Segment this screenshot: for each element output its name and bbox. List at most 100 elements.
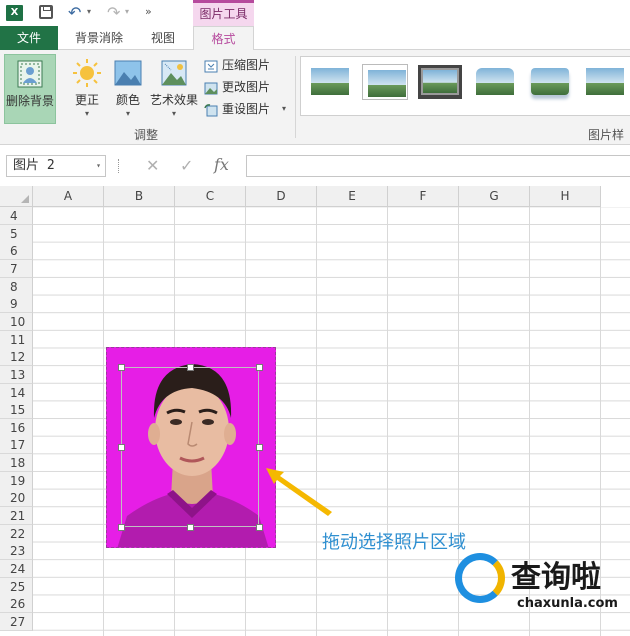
row-header[interactable]: 21 (0, 507, 33, 526)
reset-picture-icon (204, 102, 218, 117)
picture-styles-gallery (300, 56, 630, 116)
column-header[interactable]: F (388, 186, 459, 207)
quick-access-toolbar: X ↶ ▾ ↷ ▾ » (0, 0, 630, 26)
picture-style-thumbnail[interactable] (418, 65, 462, 99)
row-header[interactable]: 15 (0, 401, 33, 420)
picture-adjust-small-buttons: 压缩图片 更改图片 重设图片 ▾ (204, 54, 290, 120)
remove-background-icon (15, 59, 45, 89)
tab-view[interactable]: 视图 (140, 26, 186, 50)
undo-icon[interactable]: ↶ (68, 3, 81, 22)
tab-file[interactable]: 文件 (0, 26, 58, 50)
redo-dropdown-icon[interactable]: ▾ (125, 7, 129, 16)
artistic-effects-button[interactable]: 艺术效果 ▾ (148, 54, 200, 124)
reset-picture-button[interactable]: 重设图片 ▾ (204, 98, 290, 120)
resize-handle[interactable] (256, 364, 263, 371)
sun-icon (72, 58, 102, 88)
change-picture-label: 更改图片 (222, 80, 271, 94)
row-header[interactable]: 7 (0, 259, 33, 278)
tab-background-removal[interactable]: 背景消除 (66, 26, 132, 50)
chevron-down-icon[interactable]: ▾ (282, 98, 286, 120)
select-all-corner[interactable] (0, 186, 33, 207)
formula-bar: 图片 2 ▾ ✕ ✓ fx (0, 151, 630, 181)
row-header[interactable]: 20 (0, 489, 33, 508)
resize-handle[interactable] (118, 364, 125, 371)
picture-style-thumbnail[interactable] (308, 65, 352, 99)
picture-style-thumbnail[interactable] (583, 65, 627, 99)
row-header[interactable]: 19 (0, 471, 33, 490)
picture-style-thumbnail[interactable] (473, 65, 517, 99)
adjust-group-label: 调整 (133, 128, 158, 142)
change-picture-button[interactable]: 更改图片 (204, 76, 290, 98)
compress-pictures-label: 压缩图片 (222, 58, 271, 72)
remove-background-label: 删除背景 (5, 94, 54, 108)
enter-icon[interactable]: ✓ (180, 156, 193, 175)
picture-style-thumbnail[interactable] (528, 65, 572, 99)
cancel-icon[interactable]: ✕ (146, 156, 159, 175)
row-header[interactable]: 10 (0, 312, 33, 331)
row-header[interactable]: 12 (0, 348, 33, 367)
customize-toolbar-icon[interactable]: » (145, 5, 152, 18)
save-icon[interactable] (39, 5, 53, 19)
ribbon: 删除背景 更正 ▾ 颜色 ▾ 艺术效果 ▾ 压缩图片 更改图片 重设图片 ▾ 调… (0, 50, 630, 145)
row-header[interactable]: 26 (0, 595, 33, 614)
redo-icon[interactable]: ↷ (107, 3, 120, 22)
row-header[interactable]: 16 (0, 418, 33, 437)
reset-picture-label: 重设图片 (222, 102, 271, 116)
row-header[interactable]: 5 (0, 224, 33, 243)
color-button[interactable]: 颜色 ▾ (110, 54, 146, 124)
tab-format[interactable]: 格式 (193, 26, 254, 51)
resize-handle[interactable] (118, 524, 125, 531)
excel-app-icon[interactable]: X (6, 5, 23, 21)
row-header[interactable]: 9 (0, 295, 33, 314)
resize-handle[interactable] (256, 444, 263, 451)
column-header[interactable]: E (317, 186, 388, 207)
row-header[interactable]: 27 (0, 612, 33, 631)
row-header[interactable]: 13 (0, 365, 33, 384)
row-header[interactable]: 18 (0, 454, 33, 473)
formula-input[interactable] (246, 155, 630, 177)
column-header[interactable]: G (459, 186, 530, 207)
group-separator (295, 56, 296, 138)
row-header[interactable]: 14 (0, 383, 33, 402)
change-picture-icon (204, 80, 218, 95)
row-header[interactable]: 4 (0, 207, 33, 225)
remove-background-button[interactable]: 删除背景 (4, 54, 56, 124)
name-box[interactable]: 图片 2 ▾ (6, 155, 106, 177)
magnifier-logo-icon (455, 553, 505, 603)
chevron-down-icon: ▾ (84, 109, 89, 118)
insert-function-icon[interactable]: fx (214, 155, 229, 174)
annotation-arrow-icon (266, 468, 332, 516)
resize-handle[interactable] (187, 524, 194, 531)
selection-marquee[interactable] (121, 367, 259, 527)
row-header[interactable]: 8 (0, 277, 33, 296)
row-header[interactable]: 17 (0, 436, 33, 455)
row-header[interactable]: 22 (0, 524, 33, 543)
watermark-url: chaxunla.com (517, 596, 618, 611)
chevron-down-icon: ▾ (171, 109, 176, 118)
row-header[interactable]: 6 (0, 242, 33, 261)
column-header[interactable]: D (246, 186, 317, 207)
compress-pictures-button[interactable]: 压缩图片 (204, 54, 290, 76)
formula-bar-grip[interactable] (118, 159, 122, 173)
undo-dropdown-icon[interactable]: ▾ (87, 7, 91, 16)
column-header[interactable]: A (33, 186, 104, 207)
picture-styles-group-label: 图片样 (588, 128, 625, 142)
row-header[interactable]: 25 (0, 577, 33, 596)
chevron-down-icon[interactable]: ▾ (96, 156, 101, 176)
column-header[interactable]: H (530, 186, 601, 207)
row-header[interactable]: 11 (0, 330, 33, 349)
color-label: 颜色 (115, 93, 140, 107)
landscape-picture-icon (113, 58, 143, 88)
row-header[interactable]: 24 (0, 560, 33, 578)
name-box-value: 图片 2 (13, 158, 55, 173)
resize-handle[interactable] (118, 444, 125, 451)
artistic-effects-icon (159, 58, 189, 88)
corrections-button[interactable]: 更正 ▾ (68, 54, 106, 124)
resize-handle[interactable] (187, 364, 194, 371)
column-header[interactable]: B (104, 186, 175, 207)
resize-handle[interactable] (256, 524, 263, 531)
row-header[interactable]: 23 (0, 542, 33, 561)
picture-style-thumbnail[interactable] (363, 65, 407, 99)
column-header[interactable]: C (175, 186, 246, 207)
compress-icon (204, 58, 218, 73)
